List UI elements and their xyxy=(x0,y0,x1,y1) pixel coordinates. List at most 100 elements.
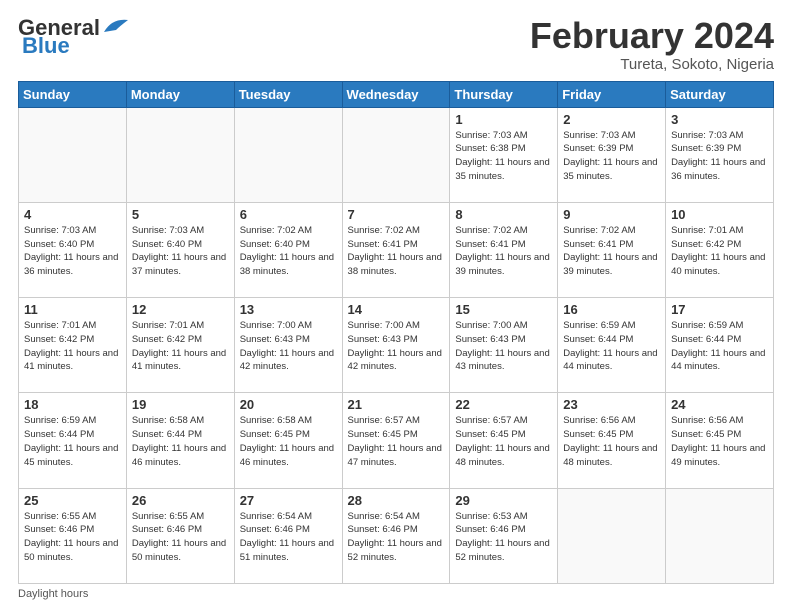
weekday-header-thursday: Thursday xyxy=(450,81,558,107)
logo-wing-icon xyxy=(102,16,130,34)
calendar-cell xyxy=(234,107,342,202)
day-info: Sunrise: 6:58 AMSunset: 6:44 PMDaylight:… xyxy=(132,414,229,469)
calendar-cell xyxy=(126,107,234,202)
day-number: 14 xyxy=(348,302,445,317)
weekday-header-sunday: Sunday xyxy=(19,81,127,107)
day-info: Sunrise: 6:55 AMSunset: 6:46 PMDaylight:… xyxy=(24,510,121,565)
calendar-week-3: 11Sunrise: 7:01 AMSunset: 6:42 PMDayligh… xyxy=(19,298,774,393)
calendar-cell: 16 Sunrise: 6:59 AMSunset: 6:44 PMDayligh… xyxy=(558,298,666,393)
calendar-cell: 4 Sunrise: 7:03 AMSunset: 6:40 PMDaylight… xyxy=(19,202,127,297)
calendar-cell: 19 Sunrise: 6:58 AMSunset: 6:44 PMDayligh… xyxy=(126,393,234,488)
weekday-header-wednesday: Wednesday xyxy=(342,81,450,107)
day-info: Sunrise: 7:03 AMSunset: 6:39 PMDaylight:… xyxy=(671,129,768,184)
calendar-week-5: 25 Sunrise: 6:55 AMSunset: 6:46 PMDayligh… xyxy=(19,488,774,583)
day-info: Sunrise: 7:02 AMSunset: 6:41 PMDaylight:… xyxy=(563,224,660,279)
day-info: Sunrise: 7:02 AMSunset: 6:41 PMDaylight:… xyxy=(455,224,552,279)
location: Tureta, Sokoto, Nigeria xyxy=(530,56,774,73)
calendar-cell: 20 Sunrise: 6:58 AMSunset: 6:45 PMDayligh… xyxy=(234,393,342,488)
calendar-table: SundayMondayTuesdayWednesdayThursdayFrid… xyxy=(18,81,774,584)
day-number: 16 xyxy=(563,302,660,317)
day-info: Sunrise: 7:02 AMSunset: 6:41 PMDaylight:… xyxy=(348,224,445,279)
day-number: 29 xyxy=(455,493,552,508)
month-title: February 2024 xyxy=(530,16,774,56)
calendar-cell: 28 Sunrise: 6:54 AMSunset: 6:46 PMDayligh… xyxy=(342,488,450,583)
day-info: Sunrise: 6:56 AMSunset: 6:45 PMDaylight:… xyxy=(671,414,768,469)
day-info: Sunrise: 6:55 AMSunset: 6:46 PMDaylight:… xyxy=(132,510,229,565)
calendar-week-1: 1 Sunrise: 7:03 AMSunset: 6:38 PMDaylight… xyxy=(19,107,774,202)
title-block: February 2024 Tureta, Sokoto, Nigeria xyxy=(530,16,774,73)
calendar-cell: 5 Sunrise: 7:03 AMSunset: 6:40 PMDaylight… xyxy=(126,202,234,297)
calendar-cell: 1 Sunrise: 7:03 AMSunset: 6:38 PMDaylight… xyxy=(450,107,558,202)
day-number: 21 xyxy=(348,397,445,412)
day-number: 3 xyxy=(671,112,768,127)
calendar-week-2: 4 Sunrise: 7:03 AMSunset: 6:40 PMDaylight… xyxy=(19,202,774,297)
day-info: Sunrise: 6:53 AMSunset: 6:46 PMDaylight:… xyxy=(455,510,552,565)
calendar-cell xyxy=(342,107,450,202)
page: General Blue February 2024 Tureta, Sokot… xyxy=(0,0,792,612)
day-info: Sunrise: 7:03 AMSunset: 6:38 PMDaylight:… xyxy=(455,129,552,184)
calendar-cell: 24Sunrise: 6:56 AMSunset: 6:45 PMDayligh… xyxy=(666,393,774,488)
day-info: Sunrise: 7:00 AMSunset: 6:43 PMDaylight:… xyxy=(348,319,445,374)
day-number: 26 xyxy=(132,493,229,508)
day-info: Sunrise: 6:59 AMSunset: 6:44 PMDaylight:… xyxy=(563,319,660,374)
calendar-cell: 8 Sunrise: 7:02 AMSunset: 6:41 PMDaylight… xyxy=(450,202,558,297)
day-number: 27 xyxy=(240,493,337,508)
day-number: 17 xyxy=(671,302,768,317)
day-number: 13 xyxy=(240,302,337,317)
day-info: Sunrise: 6:54 AMSunset: 6:46 PMDaylight:… xyxy=(348,510,445,565)
calendar-cell: 14 Sunrise: 7:00 AMSunset: 6:43 PMDayligh… xyxy=(342,298,450,393)
calendar-cell xyxy=(666,488,774,583)
weekday-header-monday: Monday xyxy=(126,81,234,107)
day-number: 28 xyxy=(348,493,445,508)
day-number: 20 xyxy=(240,397,337,412)
day-number: 1 xyxy=(455,112,552,127)
day-number: 6 xyxy=(240,207,337,222)
calendar-cell: 18Sunrise: 6:59 AMSunset: 6:44 PMDayligh… xyxy=(19,393,127,488)
day-number: 10 xyxy=(671,207,768,222)
calendar-cell: 17 Sunrise: 6:59 AMSunset: 6:44 PMDayligh… xyxy=(666,298,774,393)
day-info: Sunrise: 7:03 AMSunset: 6:40 PMDaylight:… xyxy=(24,224,121,279)
day-info: Sunrise: 6:58 AMSunset: 6:45 PMDaylight:… xyxy=(240,414,337,469)
calendar-cell: 26 Sunrise: 6:55 AMSunset: 6:46 PMDayligh… xyxy=(126,488,234,583)
calendar-cell: 21Sunrise: 6:57 AMSunset: 6:45 PMDayligh… xyxy=(342,393,450,488)
header: General Blue February 2024 Tureta, Sokot… xyxy=(18,16,774,73)
footer: Daylight hours xyxy=(18,588,774,600)
calendar-cell: 10 Sunrise: 7:01 AMSunset: 6:42 PMDayligh… xyxy=(666,202,774,297)
calendar-cell: 9 Sunrise: 7:02 AMSunset: 6:41 PMDaylight… xyxy=(558,202,666,297)
calendar-cell: 11Sunrise: 7:01 AMSunset: 6:42 PMDayligh… xyxy=(19,298,127,393)
calendar-cell: 12Sunrise: 7:01 AMSunset: 6:42 PMDayligh… xyxy=(126,298,234,393)
weekday-header-friday: Friday xyxy=(558,81,666,107)
day-number: 19 xyxy=(132,397,229,412)
day-number: 15 xyxy=(455,302,552,317)
day-number: 4 xyxy=(24,207,121,222)
day-number: 9 xyxy=(563,207,660,222)
day-info: Sunrise: 6:56 AMSunset: 6:45 PMDaylight:… xyxy=(563,414,660,469)
calendar-cell: 6 Sunrise: 7:02 AMSunset: 6:40 PMDaylight… xyxy=(234,202,342,297)
day-info: Sunrise: 6:59 AMSunset: 6:44 PMDaylight:… xyxy=(671,319,768,374)
day-number: 18 xyxy=(24,397,121,412)
weekday-header-row: SundayMondayTuesdayWednesdayThursdayFrid… xyxy=(19,81,774,107)
day-number: 25 xyxy=(24,493,121,508)
calendar-week-4: 18Sunrise: 6:59 AMSunset: 6:44 PMDayligh… xyxy=(19,393,774,488)
daylight-label: Daylight hours xyxy=(18,588,88,600)
day-info: Sunrise: 7:00 AMSunset: 6:43 PMDaylight:… xyxy=(240,319,337,374)
day-number: 22 xyxy=(455,397,552,412)
day-info: Sunrise: 7:01 AMSunset: 6:42 PMDaylight:… xyxy=(24,319,121,374)
calendar-cell: 15Sunrise: 7:00 AMSunset: 6:43 PMDayligh… xyxy=(450,298,558,393)
calendar-cell: 29 Sunrise: 6:53 AMSunset: 6:46 PMDayligh… xyxy=(450,488,558,583)
weekday-header-tuesday: Tuesday xyxy=(234,81,342,107)
calendar-cell: 23 Sunrise: 6:56 AMSunset: 6:45 PMDayligh… xyxy=(558,393,666,488)
calendar-cell: 27Sunrise: 6:54 AMSunset: 6:46 PMDayligh… xyxy=(234,488,342,583)
day-number: 12 xyxy=(132,302,229,317)
calendar-cell xyxy=(19,107,127,202)
weekday-header-saturday: Saturday xyxy=(666,81,774,107)
day-info: Sunrise: 7:03 AMSunset: 6:39 PMDaylight:… xyxy=(563,129,660,184)
day-number: 5 xyxy=(132,207,229,222)
calendar-cell: 25 Sunrise: 6:55 AMSunset: 6:46 PMDayligh… xyxy=(19,488,127,583)
day-info: Sunrise: 7:01 AMSunset: 6:42 PMDaylight:… xyxy=(671,224,768,279)
logo-blue: Blue xyxy=(22,34,70,58)
day-info: Sunrise: 7:03 AMSunset: 6:40 PMDaylight:… xyxy=(132,224,229,279)
day-number: 8 xyxy=(455,207,552,222)
day-number: 23 xyxy=(563,397,660,412)
day-info: Sunrise: 7:02 AMSunset: 6:40 PMDaylight:… xyxy=(240,224,337,279)
